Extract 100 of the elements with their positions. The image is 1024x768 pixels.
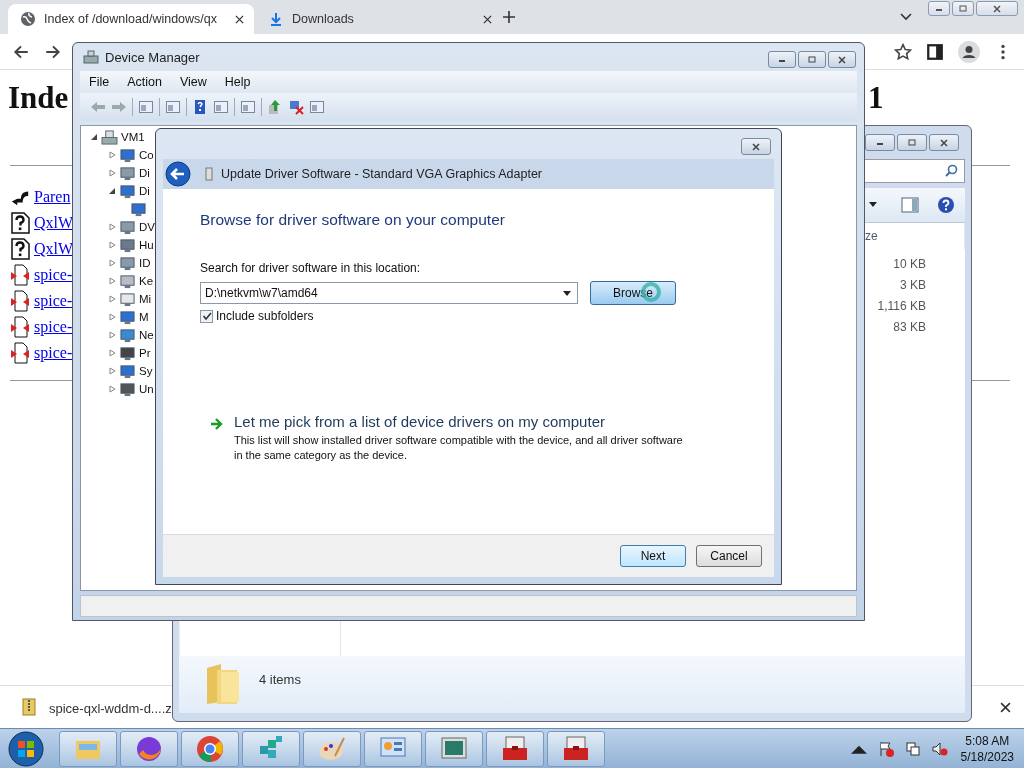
browser-tab[interactable]: Downloads xyxy=(256,4,502,34)
menu-item[interactable]: File xyxy=(80,75,119,89)
clock-date[interactable]: 5/18/2023 xyxy=(960,748,1014,765)
properties-icon[interactable] xyxy=(165,99,181,115)
expand-arrow-icon[interactable] xyxy=(108,313,116,321)
close-button[interactable] xyxy=(929,134,959,151)
expand-arrow-icon[interactable] xyxy=(108,223,116,231)
side-panel-icon[interactable] xyxy=(926,42,944,61)
file-link[interactable]: spice- xyxy=(34,266,73,284)
next-button[interactable]: Next xyxy=(620,545,686,567)
collapse-arrow-icon[interactable] xyxy=(108,187,116,195)
expand-arrow-icon[interactable] xyxy=(108,367,116,375)
checkbox[interactable] xyxy=(200,309,213,323)
network-icon[interactable] xyxy=(904,740,921,757)
monitor-icon[interactable] xyxy=(130,201,147,217)
taskbar-button[interactable] xyxy=(242,730,300,767)
download-file-name[interactable]: spice-qxl-wddm-d....z xyxy=(49,701,172,716)
taskbar-button[interactable] xyxy=(181,730,239,767)
close-icon xyxy=(837,55,847,64)
tree-item[interactable]: Di xyxy=(139,167,150,179)
taskbar-button[interactable] xyxy=(120,730,178,767)
expand-arrow-icon[interactable] xyxy=(108,349,116,357)
start-button[interactable] xyxy=(8,730,44,767)
clock-time[interactable]: 5:08 AM xyxy=(965,732,1010,749)
device-icon xyxy=(205,166,213,182)
close-button[interactable] xyxy=(741,138,771,155)
expand-arrow-icon[interactable] xyxy=(108,295,116,303)
tree-item[interactable]: DV xyxy=(139,221,155,233)
action-center-icon[interactable] xyxy=(877,740,894,757)
help-icon[interactable] xyxy=(937,196,955,214)
tree-item[interactable]: Un xyxy=(139,383,154,395)
device-icon xyxy=(119,273,136,289)
pane-icon[interactable] xyxy=(213,99,229,115)
collapse-arrow-icon[interactable] xyxy=(90,133,98,141)
tree-item[interactable]: Hu xyxy=(139,239,154,251)
tree-item[interactable]: Ne xyxy=(139,329,154,341)
expand-arrow-icon[interactable] xyxy=(108,259,116,267)
tree-item[interactable]: Di xyxy=(139,185,150,197)
expand-arrow-icon[interactable] xyxy=(108,277,116,285)
scan-icon[interactable] xyxy=(240,99,256,115)
restore-icon xyxy=(958,4,968,13)
taskbar-button[interactable] xyxy=(547,730,605,767)
help-icon[interactable] xyxy=(192,99,208,115)
dropdown-arrow-icon[interactable] xyxy=(869,202,877,207)
console-tree-icon[interactable] xyxy=(138,99,154,115)
expand-arrow-icon[interactable] xyxy=(108,385,116,393)
tree-item[interactable]: Pr xyxy=(139,347,151,359)
command-link[interactable]: Let me pick from a list of device drivers on my computer xyxy=(234,413,689,430)
device-icon xyxy=(119,147,136,163)
file-link[interactable]: QxlW xyxy=(34,240,74,258)
tree-item[interactable]: ID xyxy=(139,257,151,269)
uninstall-icon[interactable] xyxy=(288,99,304,115)
profile-icon[interactable] xyxy=(958,40,980,63)
dialog-heading: Browse for driver software on your computer xyxy=(200,211,506,229)
new-tab-icon[interactable] xyxy=(502,10,516,24)
file-link[interactable]: spice- xyxy=(34,344,73,362)
location-field[interactable]: D:\netkvm\w7\amd64 xyxy=(200,282,578,304)
tree-item[interactable]: Ke xyxy=(139,275,154,287)
star-icon[interactable] xyxy=(894,42,912,61)
dropdown-arrow-icon[interactable] xyxy=(563,290,571,296)
file-link[interactable]: Paren xyxy=(34,188,71,206)
disable-icon[interactable] xyxy=(309,99,325,115)
expand-arrow-icon[interactable] xyxy=(108,331,116,339)
expand-arrow-icon[interactable] xyxy=(108,241,116,249)
close-button[interactable] xyxy=(828,51,856,68)
taskbar-button[interactable] xyxy=(364,730,422,767)
minimize-button[interactable] xyxy=(768,51,796,68)
minimize-button[interactable] xyxy=(928,1,950,16)
tree-item[interactable]: VM1 xyxy=(121,131,145,143)
tree-item[interactable]: Sy xyxy=(139,365,153,377)
chevron-down-icon[interactable] xyxy=(900,13,912,21)
expand-arrow-icon[interactable] xyxy=(108,151,116,159)
close-icon[interactable] xyxy=(483,14,492,24)
back-icon[interactable] xyxy=(165,161,191,187)
close-icon[interactable] xyxy=(235,14,244,24)
cancel-button[interactable]: Cancel xyxy=(696,545,762,567)
tree-item[interactable]: M xyxy=(139,311,149,323)
browse-button[interactable]: Browse xyxy=(590,281,676,305)
taskbar-button[interactable] xyxy=(425,730,483,767)
menu-item[interactable]: View xyxy=(170,75,216,89)
file-link[interactable]: spice- xyxy=(34,292,73,310)
close-icon[interactable] xyxy=(1000,702,1011,713)
maximize-icon xyxy=(907,138,917,147)
browser-tab[interactable]: Index of /download/windows/qx xyxy=(8,4,254,34)
menu-item[interactable]: Help xyxy=(215,75,260,89)
device-icon xyxy=(119,237,136,253)
tree-item[interactable]: Co xyxy=(139,149,154,161)
minimize-button[interactable] xyxy=(865,134,895,151)
device-icon xyxy=(119,183,136,199)
file-link[interactable]: spice- xyxy=(34,318,73,336)
checkbox-label[interactable]: Include subfolders xyxy=(216,309,314,323)
update-driver-icon[interactable] xyxy=(267,99,283,115)
taskbar-button[interactable] xyxy=(486,730,544,767)
maximize-icon xyxy=(807,55,817,64)
speaker-muted-icon[interactable] xyxy=(931,740,948,757)
tree-item[interactable]: Mi xyxy=(139,293,152,305)
preview-pane-icon[interactable] xyxy=(901,196,919,214)
menu-item[interactable]: Action xyxy=(118,75,171,89)
expand-arrow-icon[interactable] xyxy=(108,169,116,177)
file-link[interactable]: QxlW xyxy=(34,214,74,232)
